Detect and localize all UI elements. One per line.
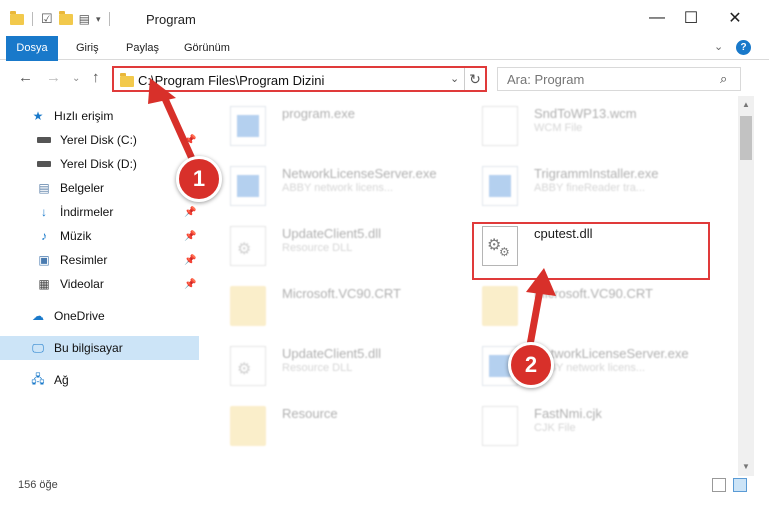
annotation-arrows <box>148 78 556 357</box>
step-2-badge: 2 <box>508 342 554 388</box>
arrow-2-head <box>526 268 556 296</box>
step-1-badge: 1 <box>176 156 222 202</box>
arrow-1-head <box>148 78 176 104</box>
